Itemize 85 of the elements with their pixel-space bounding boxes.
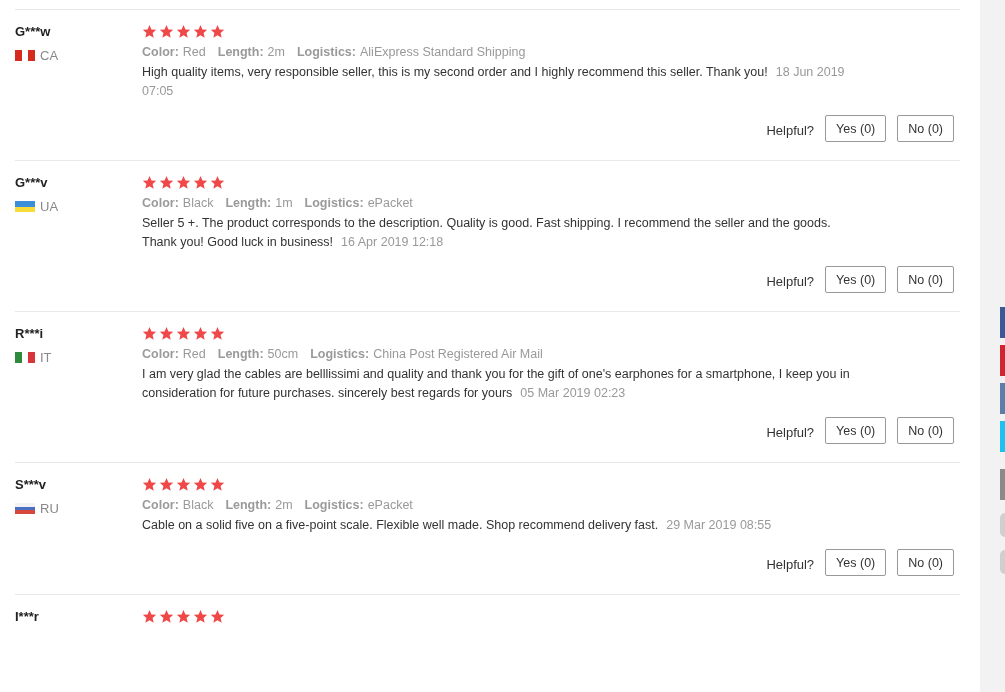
star-icon	[193, 477, 208, 492]
star-icon	[193, 175, 208, 190]
attribute-label: Color:	[142, 498, 179, 512]
star-icon	[176, 477, 191, 492]
country-code: IT	[40, 350, 52, 365]
yes-button[interactable]: Yes (0)	[825, 266, 887, 293]
no-button[interactable]: No (0)	[897, 417, 954, 444]
user-name: G***v	[15, 174, 49, 192]
share-tab[interactable]	[1000, 307, 1005, 338]
no-button[interactable]: No (0)	[897, 549, 954, 576]
country-code: CA	[40, 48, 59, 63]
star-icon	[142, 326, 157, 341]
review-text: High quality items, very responsible seller, this is my second order and I highly recommend this seller. Thank you! 18 Jun 2019 07:05	[142, 64, 846, 100]
attribute-label: Length:	[217, 347, 264, 361]
star-icon	[210, 477, 225, 492]
attribute-label: Length:	[225, 196, 272, 210]
share-tab[interactable]	[1000, 345, 1005, 376]
round-button[interactable]	[1000, 550, 1005, 574]
attribute-value: AliExpress Standard Shipping	[360, 45, 526, 59]
country-code: RU	[40, 501, 59, 516]
flag-icon	[15, 352, 35, 363]
star-icon	[142, 609, 157, 624]
helpful-label: Helpful?	[766, 123, 815, 138]
star-icon	[159, 175, 174, 190]
attribute-value: 1m	[275, 196, 293, 210]
attribute-label: Length:	[225, 498, 272, 512]
user-name: S***v	[15, 476, 48, 494]
review-text: I am very glad the cables are belllissimi and quality and thank you for the gift of one's earphones for a smartphone, I keep you in consideration for future purchases. sincerely best regards for yours 05 Mar 2019 02:23	[142, 366, 851, 402]
yes-button[interactable]: Yes (0)	[825, 115, 887, 142]
attribute-label: Logistics:	[304, 196, 364, 210]
star-icon	[159, 477, 174, 492]
star-icon	[210, 175, 225, 190]
star-icon	[142, 24, 157, 39]
review-text: Seller 5 +. The product corresponds to the description. Quality is good. Fast shipping. I recommend the seller and the goods. Thank you! Good luck in business! 16 Apr 2019 12:18	[142, 215, 832, 251]
flag-icon	[15, 503, 35, 514]
star-icon	[142, 175, 157, 190]
attribute-label: Color:	[142, 45, 179, 59]
attribute-value: 2m	[267, 45, 285, 59]
helpful-label: Helpful?	[766, 557, 815, 572]
star-icon	[176, 326, 191, 341]
share-tab[interactable]	[1000, 421, 1005, 452]
star-icon	[193, 326, 208, 341]
star-icon	[176, 175, 191, 190]
attribute-value: Red	[182, 45, 206, 59]
attribute-label: Logistics:	[296, 45, 356, 59]
share-tab[interactable]	[1000, 383, 1005, 414]
star-icon	[159, 609, 174, 624]
attribute-label: Logistics:	[304, 498, 364, 512]
attribute-label: Length:	[217, 45, 264, 59]
share-tab[interactable]	[1000, 469, 1005, 500]
helpful-label: Helpful?	[766, 425, 815, 440]
star-icon	[193, 609, 208, 624]
attribute-label: Logistics:	[310, 347, 370, 361]
country-code: UA	[40, 199, 59, 214]
attribute-value: Red	[182, 347, 206, 361]
round-button[interactable]	[1000, 513, 1005, 537]
star-icon	[210, 609, 225, 624]
attribute-label: Color:	[142, 347, 179, 361]
user-name: R***i	[15, 325, 45, 343]
attribute-value: 50cm	[267, 347, 299, 361]
attribute-value: ePacket	[367, 196, 413, 210]
no-button[interactable]: No (0)	[897, 115, 954, 142]
star-icon	[176, 609, 191, 624]
user-name: G***w	[15, 23, 52, 41]
flag-icon	[15, 50, 35, 61]
attribute-value: China Post Registered Air Mail	[373, 347, 543, 361]
star-icon	[142, 477, 157, 492]
helpful-label: Helpful?	[766, 274, 815, 289]
star-icon	[159, 24, 174, 39]
attribute-label: Color:	[142, 196, 179, 210]
star-icon	[193, 24, 208, 39]
star-icon	[176, 24, 191, 39]
yes-button[interactable]: Yes (0)	[825, 417, 887, 444]
flag-icon	[15, 201, 35, 212]
star-icon	[210, 24, 225, 39]
review-text: Cable on a solid five on a five-point scale. Flexible well made. Shop recommend delivery fast. 29 Mar 2019 08:55	[142, 517, 773, 534]
attribute-value: ePacket	[367, 498, 413, 512]
yes-button[interactable]: Yes (0)	[825, 549, 887, 576]
star-icon	[159, 326, 174, 341]
attribute-value: Black	[182, 196, 214, 210]
no-button[interactable]: No (0)	[897, 266, 954, 293]
attribute-value: 2m	[275, 498, 293, 512]
user-name: I***r	[15, 608, 40, 626]
star-icon	[210, 326, 225, 341]
attribute-value: Black	[182, 498, 214, 512]
